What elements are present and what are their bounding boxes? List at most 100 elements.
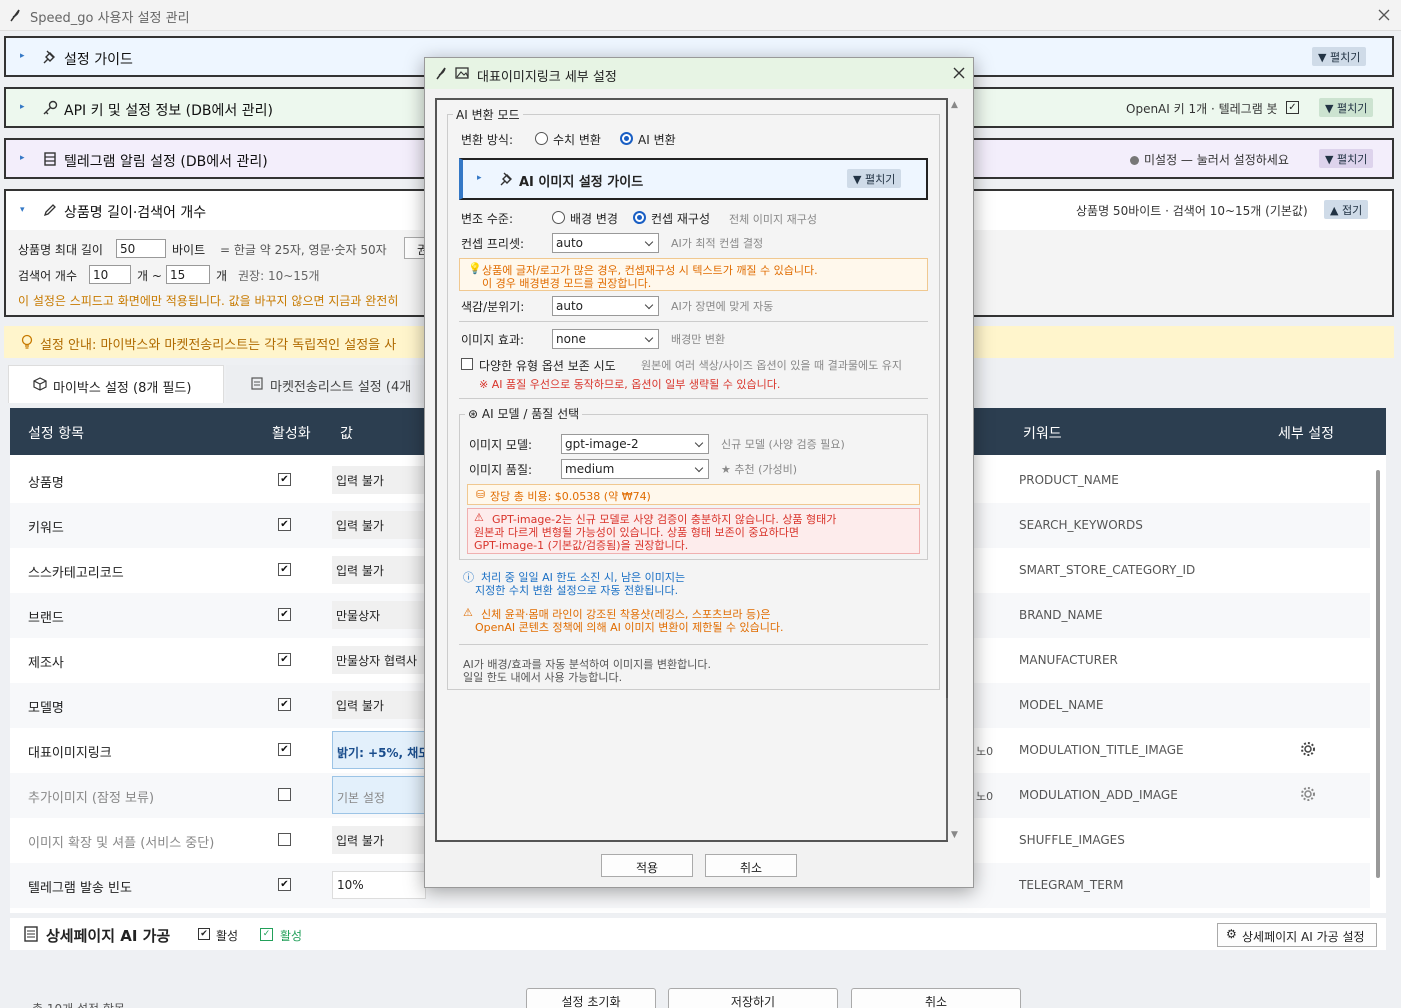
reset-button[interactable]: 설정 초기화: [526, 988, 656, 1008]
dialog-title: 대표이미지링크 세부 설정: [477, 70, 617, 85]
key-icon: [43, 100, 58, 115]
save-button[interactable]: 저장하기: [668, 988, 838, 1008]
detail-ai-label: 상세페이지 AI 가공: [46, 927, 171, 945]
scrollbar-track[interactable]: [946, 698, 948, 840]
section-label: 상품명 길이·검색어 개수: [64, 205, 207, 221]
money-icon: ⛁: [476, 488, 486, 501]
section-label: API 키 및 설정 정보 (DB에서 관리): [64, 103, 273, 119]
active-checkbox[interactable]: [278, 833, 291, 846]
model-select[interactable]: gpt-image-2: [561, 434, 709, 454]
dialog-cancel-button[interactable]: 취소: [705, 854, 797, 877]
value-cell[interactable]: 입력 불가: [332, 826, 426, 854]
recommend-button[interactable]: 권: [404, 237, 426, 259]
keyword-unit: 개: [216, 269, 228, 283]
window-titlebar: Speed_go 사용자 설정 관리: [0, 0, 1401, 31]
gear-icon[interactable]: [1300, 786, 1316, 802]
value-cell[interactable]: 밝기: +5%, 채도: [332, 731, 426, 769]
max-length-spinbox[interactable]: 50: [116, 239, 166, 258]
footer-count: 총 10개 설정 항목: [32, 1000, 125, 1008]
active-check-icon: ✓: [260, 928, 273, 941]
header-active: 활성화: [272, 426, 311, 442]
header-value: 값: [340, 426, 353, 442]
dialog-scroll-area: AI 변환 모드 변환 방식: 수치 변환 AI 변환 ▸ AI 이미지 설정 …: [435, 98, 948, 842]
value-cell[interactable]: 10%: [332, 871, 426, 899]
detail-settings-dialog: 대표이미지링크 세부 설정 AI 변환 모드 변환 방식: 수치 변환 AI 변…: [424, 57, 974, 888]
dialog-titlebar: 대표이미지링크 세부 설정: [425, 58, 973, 89]
window-title: Speed_go 사용자 설정 관리: [30, 11, 190, 26]
collapse-arrow-icon[interactable]: ▾: [20, 205, 25, 215]
cabinet-icon: [44, 152, 56, 166]
active-checkbox[interactable]: [278, 788, 291, 801]
robot-icon: ⊛: [468, 407, 482, 421]
box-icon: [33, 377, 47, 391]
section-label: 설정 가이드: [64, 52, 133, 68]
value-cell[interactable]: 만물상자 협력사: [332, 646, 426, 674]
scroll-up-icon[interactable]: ▲: [951, 100, 958, 110]
ai-mode-group-label: AI 변환 모드: [453, 106, 523, 123]
value-cell[interactable]: 만물상자: [332, 601, 426, 629]
expand-arrow-icon[interactable]: ▸: [20, 153, 25, 163]
active-checkbox[interactable]: ✔: [278, 698, 291, 711]
footer: 총 10개 설정 항목 설정 초기화 저장하기 취소: [4, 958, 1394, 1008]
feather-icon: [436, 67, 446, 80]
detail-ai-checkbox[interactable]: ✔: [198, 928, 210, 940]
tab-mybox[interactable]: 마이박스 설정 (8개 필드): [8, 365, 224, 403]
value-cell[interactable]: 입력 불가: [332, 556, 426, 584]
cancel-button[interactable]: 취소: [851, 988, 1021, 1008]
expand-button[interactable]: ▼ 펼치기: [1319, 98, 1374, 117]
ai-guide-section[interactable]: ▸ AI 이미지 설정 가이드 ▼ 펼치기: [459, 158, 928, 200]
expand-button[interactable]: ▼ 펼치기: [1312, 47, 1367, 66]
section-status: 미설정 — 눌러서 설정하세요: [1144, 153, 1289, 167]
cost-box: ⛁ 장당 총 비용: $0.0538 (약 ₩74): [467, 484, 920, 505]
apply-button[interactable]: 적용: [601, 854, 693, 877]
mood-select[interactable]: auto: [552, 296, 659, 316]
lightbulb-icon: [21, 334, 33, 349]
active-checkbox[interactable]: ✔: [278, 608, 291, 621]
variant-checkbox[interactable]: [461, 358, 473, 370]
bytes-unit: 바이트: [172, 243, 206, 257]
section-status: 상품명 50바이트 · 검색어 10~15개 (기본값): [1076, 204, 1308, 218]
detail-ai-settings-button[interactable]: ⚙ 상세페이지 AI 가공 설정: [1217, 923, 1377, 947]
level-background-radio[interactable]: [552, 211, 565, 224]
warning-icon: ⚠: [474, 511, 484, 524]
active-checkbox[interactable]: ✔: [278, 563, 291, 576]
active-checkbox[interactable]: ✔: [278, 518, 291, 531]
level-concept-radio[interactable]: [633, 211, 646, 224]
image-icon: [455, 67, 469, 79]
expand-button[interactable]: ▼ 펼치기: [1319, 149, 1374, 168]
info-icon: ⓘ: [463, 571, 474, 584]
value-cell[interactable]: 기본 설정: [332, 776, 426, 814]
pin-icon: [500, 172, 512, 186]
ai-model-group-label: ⊛ AI 모델 / 품질 선택: [465, 405, 583, 422]
method-ai-radio[interactable]: [620, 132, 633, 145]
active-checkbox[interactable]: ✔: [278, 743, 291, 756]
expand-arrow-icon[interactable]: ▸: [20, 51, 25, 61]
header-item: 설정 항목: [28, 426, 84, 442]
header-detail: 세부 설정: [1278, 426, 1334, 442]
effect-select[interactable]: none: [552, 329, 659, 349]
value-cell[interactable]: 입력 불가: [332, 511, 426, 539]
method-numeric-radio[interactable]: [535, 132, 548, 145]
value-cell[interactable]: 입력 불가: [332, 466, 426, 494]
collapse-button[interactable]: ▲ 접기: [1324, 200, 1369, 219]
concept-preset-select[interactable]: auto: [552, 233, 659, 253]
grid-scrollbar[interactable]: [1376, 470, 1380, 878]
expand-arrow-icon[interactable]: ▸: [477, 173, 482, 183]
length-warning: 이 설정은 스피드고 화면에만 적용됩니다. 값을 바꾸지 않으면 지금과 완전…: [18, 294, 399, 308]
active-checkbox[interactable]: ✔: [278, 653, 291, 666]
keyword-max-spinbox[interactable]: 15: [166, 265, 210, 284]
quality-select[interactable]: medium: [561, 459, 709, 479]
scroll-down-icon[interactable]: ▼: [951, 830, 958, 840]
gear-icon[interactable]: [1300, 741, 1316, 757]
tab-market-list[interactable]: 마켓전송리스트 설정 (4개: [226, 365, 426, 403]
active-checkbox[interactable]: ✔: [278, 878, 291, 891]
pencil-icon: [43, 204, 56, 217]
window-close-icon[interactable]: [1378, 9, 1390, 21]
header-keyword: 키워드: [1023, 426, 1062, 442]
expand-button[interactable]: ▼ 펼치기: [847, 169, 902, 188]
keyword-min-spinbox[interactable]: 10: [89, 265, 131, 284]
active-checkbox[interactable]: ✔: [278, 473, 291, 486]
value-cell[interactable]: 입력 불가: [332, 691, 426, 719]
close-icon[interactable]: [953, 67, 965, 79]
expand-arrow-icon[interactable]: ▸: [20, 102, 25, 112]
